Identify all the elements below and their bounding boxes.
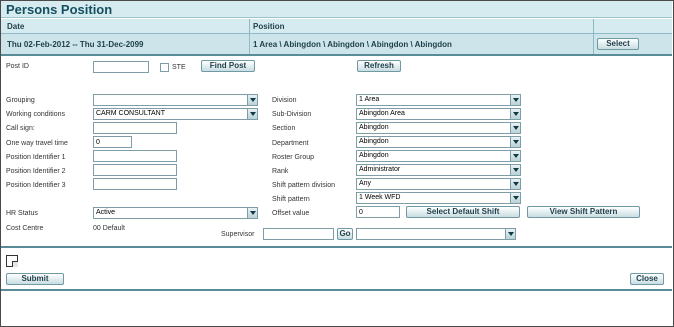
chevron-down-icon xyxy=(247,109,257,119)
cost-centre-label: Cost Centre xyxy=(6,225,44,232)
roster-group-select[interactable]: Abingdon xyxy=(356,150,521,162)
position-identifier-1-input[interactable] xyxy=(93,150,177,162)
post-id-input[interactable] xyxy=(93,61,149,73)
chevron-down-icon xyxy=(510,179,520,189)
hr-status-select[interactable]: Active xyxy=(93,207,258,219)
rank-label: Rank xyxy=(272,168,289,175)
footer-divider xyxy=(1,246,672,248)
chevron-down-icon xyxy=(510,137,520,147)
division-select[interactable]: 1 Area xyxy=(356,94,521,106)
shift-pattern-label: Shift pattern xyxy=(272,196,310,203)
position-identifier-3-label: Position Identifier 3 xyxy=(6,182,66,189)
call-sign-label: Call sign: xyxy=(6,125,35,132)
header-divider xyxy=(1,54,672,56)
chevron-down-icon xyxy=(510,109,520,119)
sub-division-value: Abingdon Area xyxy=(359,110,405,117)
view-shift-pattern-button[interactable]: View Shift Pattern xyxy=(527,206,640,218)
supervisor-go-button[interactable]: Go xyxy=(337,228,353,240)
position-table-header: Date Position xyxy=(1,19,672,34)
rank-select[interactable]: Administrator xyxy=(356,164,521,176)
supervisor-select[interactable] xyxy=(356,228,516,240)
division-value: 1 Area xyxy=(359,96,380,103)
position-column-header: Position xyxy=(253,22,285,31)
close-button[interactable]: Close xyxy=(630,273,664,285)
chevron-down-icon xyxy=(510,165,520,175)
chevron-down-icon xyxy=(247,208,257,218)
shift-pattern-division-value: Any xyxy=(359,180,372,187)
sub-division-label: Sub-Division xyxy=(272,111,312,118)
department-value: Abingdon xyxy=(359,138,389,145)
chevron-down-icon xyxy=(510,95,520,105)
section-select[interactable]: Abingdon xyxy=(356,122,521,134)
travel-time-input[interactable] xyxy=(93,136,132,148)
select-position-button[interactable]: Select xyxy=(597,38,639,50)
chevron-down-icon xyxy=(247,95,257,105)
date-column-header: Date xyxy=(7,22,25,31)
document-icon[interactable] xyxy=(6,255,18,267)
working-conditions-value: CARM CONSULTANT xyxy=(96,110,165,117)
date-range-cell: Thu 02-Feb-2012 -- Thu 31-Dec-2099 xyxy=(7,40,144,49)
ste-checkbox[interactable] xyxy=(160,63,169,72)
shift-pattern-value: 1 Week WFD xyxy=(359,194,401,201)
chevron-down-icon xyxy=(510,123,520,133)
rank-value: Administrator xyxy=(359,166,401,173)
chevron-down-icon xyxy=(505,229,515,239)
department-select[interactable]: Abingdon xyxy=(356,136,521,148)
refresh-button[interactable]: Refresh xyxy=(357,60,401,72)
position-table-row[interactable]: Thu 02-Feb-2012 -- Thu 31-Dec-2099 1 Are… xyxy=(1,34,672,54)
position-path-cell: 1 Area \ Abingdon \ Abingdon \ Abingdon … xyxy=(253,40,452,49)
roster-group-value: Abingdon xyxy=(359,152,389,159)
select-default-shift-button[interactable]: Select Default Shift xyxy=(406,206,520,218)
supervisor-input[interactable] xyxy=(263,228,334,240)
title-bar: Persons Position xyxy=(1,1,672,18)
position-identifier-2-label: Position Identifier 2 xyxy=(6,168,66,175)
chevron-down-icon xyxy=(510,151,520,161)
bottom-divider xyxy=(1,289,672,291)
department-label: Department xyxy=(272,140,309,147)
working-conditions-label: Working conditions xyxy=(6,111,66,118)
submit-button[interactable]: Submit xyxy=(6,273,64,285)
roster-group-label: Roster Group xyxy=(272,154,315,161)
shift-pattern-division-select[interactable]: Any xyxy=(356,178,521,190)
hr-status-value: Active xyxy=(96,209,116,216)
division-label: Division xyxy=(272,97,297,104)
grouping-select[interactable] xyxy=(93,94,258,106)
section-label: Section xyxy=(272,125,296,132)
cost-centre-value: 00 Default xyxy=(93,225,125,232)
post-id-label: Post ID xyxy=(6,63,29,70)
call-sign-input[interactable] xyxy=(93,122,177,134)
travel-time-label: One way travel time xyxy=(6,140,68,147)
position-identifier-3-input[interactable] xyxy=(93,178,177,190)
supervisor-label: Supervisor xyxy=(221,231,255,238)
column-divider xyxy=(593,19,594,54)
position-identifier-2-input[interactable] xyxy=(93,164,177,176)
page-title: Persons Position xyxy=(6,2,113,17)
offset-value-input[interactable] xyxy=(356,206,400,218)
chevron-down-icon xyxy=(510,193,520,203)
sub-division-select[interactable]: Abingdon Area xyxy=(356,108,521,120)
find-post-button[interactable]: Find Post xyxy=(201,60,255,72)
column-divider xyxy=(249,19,250,54)
hr-status-label: HR Status xyxy=(6,210,38,217)
offset-value-label: Offset value xyxy=(272,210,310,217)
ste-label: STE xyxy=(172,64,186,71)
shift-pattern-division-label: Shift pattern division xyxy=(272,182,336,189)
working-conditions-select[interactable]: CARM CONSULTANT xyxy=(93,108,258,120)
shift-pattern-select[interactable]: 1 Week WFD xyxy=(356,192,521,204)
grouping-label: Grouping xyxy=(6,97,35,104)
section-value: Abingdon xyxy=(359,124,389,131)
position-identifier-1-label: Position Identifier 1 xyxy=(6,154,66,161)
